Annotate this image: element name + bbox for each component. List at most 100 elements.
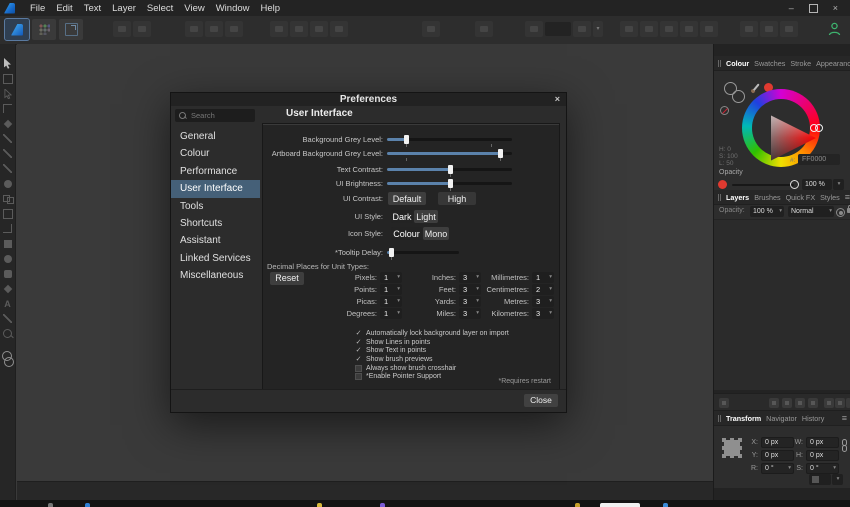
crop-tool-icon[interactable] xyxy=(0,221,16,236)
stroke-swatch[interactable] xyxy=(732,90,745,103)
toolbar-button[interactable] xyxy=(270,21,288,37)
menu-text[interactable]: Text xyxy=(84,3,101,14)
menu-help[interactable]: Help xyxy=(261,3,281,14)
toolbar-button[interactable] xyxy=(330,21,348,37)
x-input[interactable]: 0 px xyxy=(761,437,794,448)
toolbar-button[interactable] xyxy=(310,21,328,37)
panel-drag-handle[interactable] xyxy=(718,414,721,422)
tab-transform[interactable]: Transform xyxy=(726,414,761,423)
panel-menu-icon[interactable]: ≡ xyxy=(842,413,847,423)
checkbox[interactable]: ✓ xyxy=(355,330,362,337)
restore-icon[interactable] xyxy=(808,3,818,13)
tab-appearance[interactable]: Appearance xyxy=(816,59,850,68)
colour-selector-icon[interactable] xyxy=(0,350,16,367)
slider-thumb[interactable] xyxy=(403,135,409,144)
toolbar-button[interactable] xyxy=(185,21,203,37)
adjustment-layer-icon[interactable] xyxy=(782,398,792,408)
slider-thumb[interactable] xyxy=(447,165,453,174)
millimetres-decimal-select[interactable]: 1 ▾ xyxy=(532,272,554,283)
search-input[interactable] xyxy=(189,110,253,121)
opacity-dropdown-button[interactable]: ▾ xyxy=(833,179,844,190)
sidebar-item-general[interactable]: General xyxy=(171,128,260,145)
opacity-value-box[interactable]: 100 % xyxy=(802,179,832,190)
sidebar-item-user-interface[interactable]: User Interface xyxy=(171,180,260,198)
toolbar-button[interactable] xyxy=(205,21,223,37)
tab-navigator[interactable]: Navigator xyxy=(766,414,797,423)
toolbar-button[interactable] xyxy=(113,21,131,37)
toolbar-button[interactable] xyxy=(225,21,243,37)
y-input[interactable]: 0 px xyxy=(761,450,794,461)
opacity-slider[interactable] xyxy=(732,184,794,186)
slider-thumb[interactable] xyxy=(497,149,503,158)
text-tool-icon[interactable]: A xyxy=(0,296,16,311)
rotation-select[interactable]: 0 ° ▾ xyxy=(761,463,794,474)
shade-marker[interactable] xyxy=(815,124,823,132)
close-button[interactable]: Close xyxy=(524,394,558,407)
menu-select[interactable]: Select xyxy=(147,3,173,14)
sidebar-item-assistant[interactable]: Assistant xyxy=(171,232,260,249)
layers-opacity-select[interactable]: 100 % ▾ xyxy=(750,206,784,217)
mesh-warp-tool-icon[interactable] xyxy=(0,206,16,221)
w-input[interactable]: 0 px xyxy=(806,437,839,448)
transform-mode-dropdown[interactable]: ▾ xyxy=(832,474,843,485)
account-button[interactable] xyxy=(828,22,841,41)
toolbar-button[interactable] xyxy=(620,21,638,37)
close-window-icon[interactable]: × xyxy=(833,3,838,13)
degrees-decimal-select[interactable]: 1 ▾ xyxy=(380,308,402,319)
designer-persona-button[interactable] xyxy=(4,18,30,41)
ui-brightness-slider[interactable] xyxy=(387,177,512,191)
points-decimal-select[interactable]: 1 ▾ xyxy=(380,284,402,295)
sidebar-item-linked-services[interactable]: Linked Services xyxy=(171,250,260,267)
sidebar-item-performance[interactable]: Performance xyxy=(171,163,260,180)
anchor-point-selector[interactable] xyxy=(722,438,742,458)
insert-layer-icon[interactable] xyxy=(824,398,834,408)
pixels-decimal-select[interactable]: 1 ▾ xyxy=(380,272,402,283)
artboard-tool-icon[interactable] xyxy=(0,71,16,86)
sidebar-item-miscellaneous[interactable]: Miscellaneous xyxy=(171,267,260,284)
group-layers-icon[interactable] xyxy=(808,398,818,408)
no-colour-icon[interactable] xyxy=(720,106,729,115)
tab-layers[interactable]: Layers xyxy=(726,193,749,202)
text-contrast-slider[interactable] xyxy=(387,163,512,177)
shape-tool-icon[interactable] xyxy=(0,281,16,296)
ui-contrast-default-button[interactable]: Default xyxy=(388,192,426,205)
tab-colour[interactable]: Colour xyxy=(726,59,749,68)
link-dimensions-icon[interactable] xyxy=(842,439,848,453)
toolbar-button[interactable] xyxy=(573,21,591,37)
checkbox[interactable]: ✓ xyxy=(355,364,362,372)
search-box[interactable] xyxy=(175,109,255,122)
vector-brush-tool-icon[interactable] xyxy=(0,146,16,161)
ui-contrast-high-button[interactable]: High xyxy=(438,192,476,205)
tab-styles[interactable]: Styles xyxy=(820,193,840,202)
new-layer-icon[interactable] xyxy=(835,398,845,408)
taskbar-icon[interactable] xyxy=(48,503,53,507)
mask-layer-icon[interactable] xyxy=(769,398,779,408)
artboard-background-grey-level-slider[interactable] xyxy=(387,147,512,161)
chevron-down-icon[interactable]: ▾ xyxy=(593,21,603,37)
toolbar-button[interactable] xyxy=(640,21,658,37)
pixel-persona-button[interactable] xyxy=(32,19,56,40)
h-input[interactable]: 0 px xyxy=(806,450,839,461)
dialog-close-icon[interactable]: × xyxy=(555,93,560,106)
taskbar-icon[interactable] xyxy=(380,503,385,507)
menu-layer[interactable]: Layer xyxy=(112,3,136,14)
taskbar-active-app[interactable] xyxy=(600,503,640,507)
toolbar-button[interactable] xyxy=(700,21,718,37)
tooltip-delay-slider[interactable] xyxy=(387,246,459,260)
sidebar-item-colour[interactable]: Colour xyxy=(171,145,260,162)
toolbar-button[interactable] xyxy=(133,21,151,37)
pencil-tool-icon[interactable] xyxy=(0,131,16,146)
taskbar-icon[interactable] xyxy=(575,503,580,507)
menu-view[interactable]: View xyxy=(184,3,204,14)
toolbar-button[interactable] xyxy=(680,21,698,37)
slider-thumb[interactable] xyxy=(447,179,453,188)
kilometres-decimal-select[interactable]: 3 ▾ xyxy=(532,308,554,319)
checkbox[interactable]: ✓ xyxy=(355,356,362,363)
tab-history[interactable]: History xyxy=(802,414,824,423)
blend-options-gear-icon[interactable] xyxy=(836,208,845,217)
checkbox[interactable]: ✓ xyxy=(355,373,362,381)
layer-effects-icon[interactable] xyxy=(795,398,805,408)
taskbar-icon[interactable] xyxy=(317,503,322,507)
tab-swatches[interactable]: Swatches xyxy=(754,59,785,68)
toolbar-button[interactable] xyxy=(290,21,308,37)
